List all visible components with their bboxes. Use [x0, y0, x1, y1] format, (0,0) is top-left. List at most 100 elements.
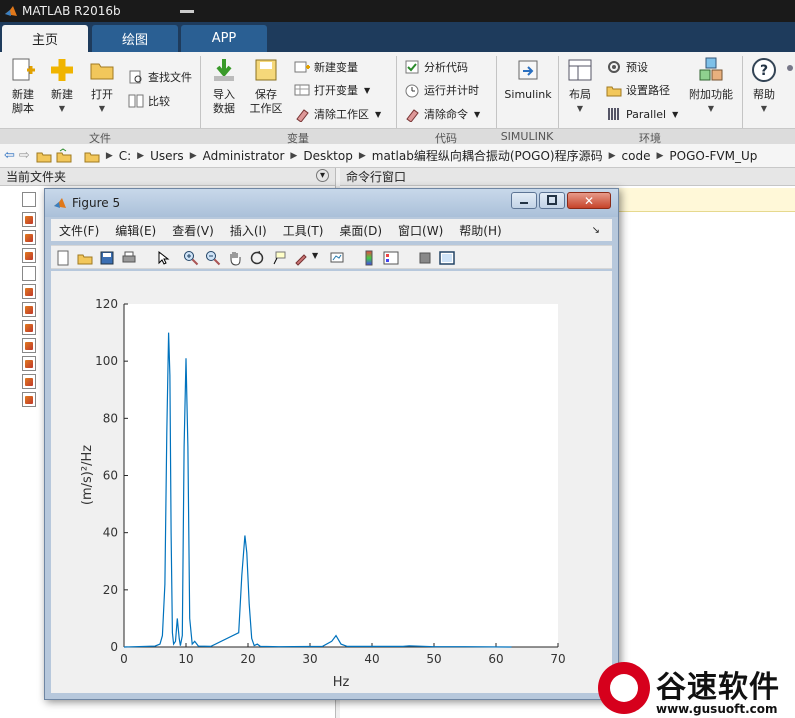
- colorbar-icon[interactable]: [361, 250, 377, 266]
- y-tick-label: 80: [103, 411, 118, 425]
- dock-arrow-icon[interactable]: ↘: [592, 225, 600, 236]
- zoom-in-icon[interactable]: [183, 250, 199, 266]
- open-variable-button[interactable]: 打开变量 ▼: [294, 81, 370, 99]
- new-variable-button[interactable]: 新建变量: [294, 58, 358, 76]
- menu-window[interactable]: 窗口(W): [398, 222, 443, 239]
- show-plot-tools-icon[interactable]: [439, 250, 455, 266]
- new-script-icon: [12, 58, 35, 81]
- mfile-icon[interactable]: [22, 302, 36, 317]
- rotate-3d-icon[interactable]: [249, 250, 265, 266]
- layout-icon: [568, 59, 592, 81]
- forward-arrow-icon[interactable]: ⇨: [19, 148, 30, 163]
- compare-label: 比较: [148, 95, 170, 108]
- analyze-code-button[interactable]: 分析代码: [404, 58, 468, 76]
- chevron-down-icon[interactable]: ▼: [312, 251, 318, 260]
- figure-maximize-button[interactable]: [539, 192, 565, 209]
- run-and-time-button[interactable]: 运行并计时: [404, 81, 479, 99]
- root-folder-icon[interactable]: [84, 148, 100, 164]
- parallel-icon: [608, 108, 619, 120]
- open-variable-label: 打开变量: [314, 84, 358, 97]
- breadcrumb-item[interactable]: code: [622, 149, 651, 163]
- mfile-icon[interactable]: [22, 374, 36, 389]
- y-tick-label: 20: [103, 583, 118, 597]
- import-data-button[interactable]: 导入 数据: [208, 56, 240, 116]
- data-cursor-icon[interactable]: [271, 250, 287, 266]
- zoom-out-icon[interactable]: [205, 250, 221, 266]
- tab-home[interactable]: 主页: [2, 25, 88, 52]
- menu-file[interactable]: 文件(F): [59, 222, 99, 239]
- figure-minimize-button[interactable]: [511, 192, 537, 209]
- save-icon[interactable]: [99, 250, 115, 266]
- menu-desktop[interactable]: 桌面(D): [339, 222, 382, 239]
- legend-icon[interactable]: [383, 250, 399, 266]
- mfile-icon[interactable]: [22, 248, 36, 263]
- parallel-button[interactable]: Parallel ▼: [606, 105, 678, 123]
- pan-hand-icon[interactable]: [227, 250, 243, 266]
- up-folder-icon[interactable]: [36, 148, 52, 164]
- tab-plots[interactable]: 绘图: [92, 25, 178, 52]
- ribbon-section-labels: 文件 变量 代码 SIMULINK 环境: [0, 128, 795, 145]
- breadcrumb-item[interactable]: C:: [119, 149, 131, 163]
- mfile-icon[interactable]: [22, 392, 36, 407]
- help-label: 帮助: [753, 88, 775, 101]
- figure-close-button[interactable]: ✕: [567, 192, 611, 209]
- chevron-down-icon: ▼: [474, 109, 481, 119]
- panel-options-icon[interactable]: ▾: [316, 169, 329, 182]
- mfile-icon[interactable]: [22, 320, 36, 335]
- address-bar: ⇦ ⇨ ▶ C: ▶ Users ▶ Administrator ▶ Deskt…: [0, 144, 795, 168]
- psd-chart[interactable]: 0 10 20 30 40 50 60 70 0 20 40 60 80 100 120 Hz (m/s)²…: [51, 271, 612, 693]
- mfile-icon[interactable]: [22, 338, 36, 353]
- breadcrumb-item[interactable]: POGO-FVM_Up: [669, 149, 757, 163]
- brush-icon[interactable]: [293, 250, 309, 266]
- file-icon[interactable]: [22, 192, 36, 207]
- mfile-icon[interactable]: [22, 356, 36, 371]
- file-icon[interactable]: [22, 266, 36, 281]
- menu-edit[interactable]: 编辑(E): [115, 222, 156, 239]
- watermark-brand: 谷速软件: [656, 670, 780, 705]
- breadcrumb-item[interactable]: Desktop: [303, 149, 353, 163]
- find-files-button[interactable]: 查找文件: [128, 68, 192, 86]
- tab-apps[interactable]: APP: [181, 25, 267, 52]
- simulink-icon: [518, 60, 538, 80]
- menu-help[interactable]: 帮助(H): [459, 222, 501, 239]
- compare-button[interactable]: 比较: [128, 92, 170, 110]
- set-path-button[interactable]: 设置路径: [606, 81, 670, 99]
- mfile-icon[interactable]: [22, 212, 36, 227]
- mfile-icon[interactable]: [22, 284, 36, 299]
- hide-plot-tools-icon[interactable]: [417, 250, 433, 266]
- menu-insert[interactable]: 插入(I): [230, 222, 267, 239]
- figure-toolbar: ▼: [51, 245, 612, 269]
- open-button[interactable]: 打开 ▼: [86, 56, 118, 116]
- mfile-icon[interactable]: [22, 230, 36, 245]
- layout-button[interactable]: 布局 ▼: [564, 56, 596, 116]
- breadcrumb-item[interactable]: Users: [150, 149, 184, 163]
- minimize-icon[interactable]: [180, 10, 194, 13]
- link-plot-icon[interactable]: [329, 250, 345, 266]
- menu-view[interactable]: 查看(V): [172, 222, 214, 239]
- pointer-icon[interactable]: [155, 250, 171, 266]
- breadcrumb-item[interactable]: matlab编程纵向耦合振动(POGO)程序源码: [372, 147, 603, 164]
- watermark-url: www.gusuoft.com: [656, 702, 778, 716]
- help-button[interactable]: ? 帮助 ▼: [748, 56, 780, 116]
- simulink-button[interactable]: Simulink: [502, 56, 554, 102]
- addons-button[interactable]: 附加功能 ▼: [686, 56, 736, 116]
- open-file-icon[interactable]: [77, 250, 93, 266]
- figure-titlebar[interactable]: Figure 5 ✕: [45, 189, 618, 217]
- new-figure-icon[interactable]: [55, 250, 71, 266]
- breadcrumb-item[interactable]: Administrator: [203, 149, 285, 163]
- clear-commands-button[interactable]: 清除命令 ▼: [404, 105, 480, 123]
- print-icon[interactable]: [121, 250, 137, 266]
- browse-folder-icon[interactable]: [56, 147, 72, 164]
- breadcrumb-separator-icon: ▶: [656, 150, 664, 161]
- new-script-button[interactable]: 新建 脚本: [6, 56, 40, 116]
- x-tick-label: 40: [364, 652, 379, 666]
- clear-workspace-button[interactable]: 清除工作区 ▼: [294, 105, 381, 123]
- back-arrow-icon[interactable]: ⇦: [4, 148, 15, 163]
- app-title: MATLAB R2016b: [22, 4, 121, 18]
- save-workspace-button[interactable]: 保存 工作区: [248, 56, 284, 116]
- new-button[interactable]: 新建 ▼: [46, 56, 78, 116]
- menu-tools[interactable]: 工具(T): [283, 222, 324, 239]
- brand-logo-icon: [598, 662, 650, 714]
- community-icon[interactable]: [784, 62, 795, 80]
- preferences-button[interactable]: 预设: [606, 58, 648, 76]
